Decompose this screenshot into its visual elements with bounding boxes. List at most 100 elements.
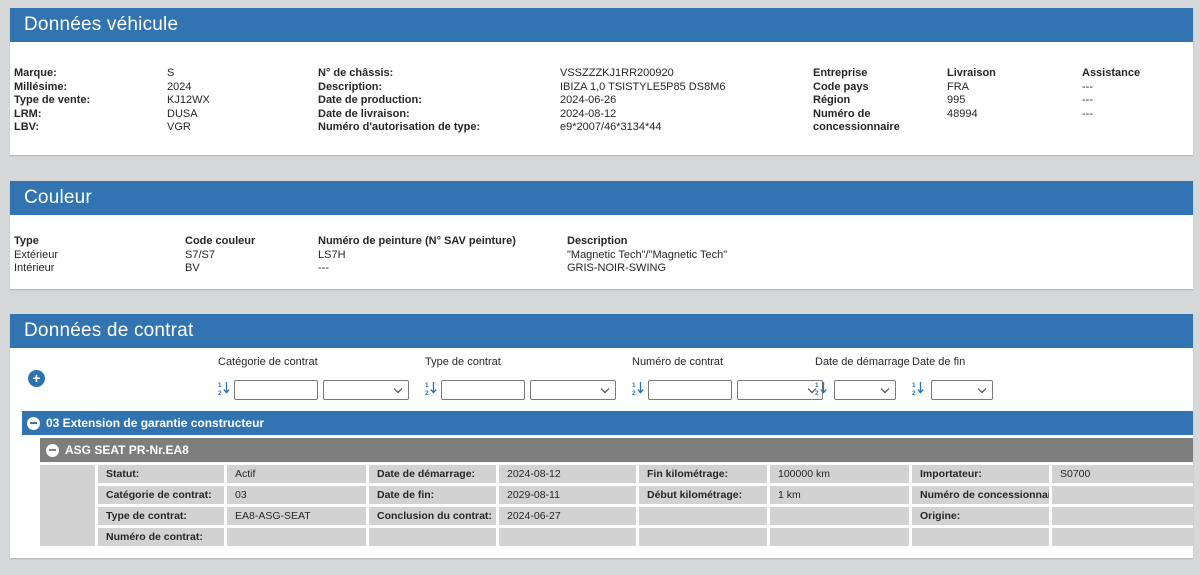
table-value-cell xyxy=(227,528,366,546)
filter-text-input[interactable] xyxy=(234,380,318,400)
table-value-cell xyxy=(1052,528,1193,546)
table-label-cell: Conclusion du contrat: xyxy=(369,507,496,525)
add-contract-icon[interactable]: + xyxy=(28,370,45,387)
filter-select[interactable] xyxy=(834,380,896,400)
sort-numeric-icon[interactable]: 12 xyxy=(912,381,925,399)
vehicle-data-section: Données véhicule Marque:S Millésime:2024… xyxy=(10,8,1193,155)
filter-label: Catégorie de contrat xyxy=(218,356,409,369)
field-value: VGR xyxy=(167,121,191,133)
cell-value: --- xyxy=(318,262,567,276)
field-label: LRM: xyxy=(14,108,167,122)
field-label: Numéro d'autorisation de type: xyxy=(318,121,560,135)
table-value-cell: 1 km xyxy=(770,486,909,504)
contract-section-header: Données de contrat xyxy=(10,314,1193,348)
color-section-header: Couleur xyxy=(10,181,1193,215)
cell-value: --- xyxy=(1082,81,1140,95)
field-row: Numéro d'autorisation de type:e9*2007/46… xyxy=(318,121,726,135)
contract-subgroup-label: ASG SEAT PR-Nr.EA8 xyxy=(65,443,189,457)
field-value: S xyxy=(167,67,174,79)
cell-value: Intérieur xyxy=(14,262,185,276)
column-header: Livraison xyxy=(947,67,1082,81)
table-value-cell: Actif xyxy=(227,465,366,483)
column-header: Type xyxy=(14,235,185,249)
column-header: Numéro de peinture (N° SAV peinture) xyxy=(318,235,567,249)
filter-label: Numéro de contrat xyxy=(632,356,823,369)
collapse-icon[interactable] xyxy=(27,417,40,430)
filter-label: Date de fin xyxy=(912,356,993,369)
field-value: KJ12WX xyxy=(167,94,210,106)
column-header: Description xyxy=(567,235,727,249)
cell-value: 48994 xyxy=(947,108,1082,135)
field-label: Marque: xyxy=(14,67,167,81)
field-label: Date de production: xyxy=(318,94,560,108)
cell-value: --- xyxy=(1082,94,1140,108)
filter-group-type: Type de contrat 12 xyxy=(425,356,616,400)
table-label-cell xyxy=(639,528,767,546)
table-value-cell: 03 xyxy=(227,486,366,504)
filter-text-input[interactable] xyxy=(441,380,525,400)
cell-value: GRIS-NOIR-SWING xyxy=(567,262,727,276)
table-label-cell xyxy=(912,528,1049,546)
filter-select[interactable] xyxy=(323,380,409,400)
field-label: LBV: xyxy=(14,121,167,135)
field-row: Description:IBIZA 1,0 TSISTYLE5P85 DS8M6 xyxy=(318,81,726,95)
svg-text:2: 2 xyxy=(218,390,222,396)
field-row: N° de châssis:VSSZZZKJ1RR200920 xyxy=(318,67,726,81)
table-value-cell xyxy=(1052,507,1193,525)
filter-group-date-fin: Date de fin 12 xyxy=(912,356,993,400)
contract-subgroup-header[interactable]: ASG SEAT PR-Nr.EA8 xyxy=(40,438,1193,462)
collapse-icon[interactable] xyxy=(46,444,59,457)
field-label: N° de châssis: xyxy=(318,67,560,81)
filter-select[interactable] xyxy=(737,380,823,400)
column-header: Assistance xyxy=(1082,67,1140,81)
table-label-cell: Importateur: xyxy=(912,465,1049,483)
filter-select[interactable] xyxy=(530,380,616,400)
svg-text:1: 1 xyxy=(632,382,636,389)
cell-value: FRA xyxy=(947,81,1082,95)
sort-numeric-icon[interactable]: 12 xyxy=(218,381,231,399)
table-label-cell: Début kilométrage: xyxy=(639,486,767,504)
field-value: IBIZA 1,0 TSISTYLE5P85 DS8M6 xyxy=(560,81,726,93)
cell-value: BV xyxy=(185,262,318,276)
table-label-cell: Catégorie de contrat: xyxy=(98,486,224,504)
field-label: Date de livraison: xyxy=(318,108,560,122)
table-value-cell xyxy=(499,528,636,546)
table-label-cell: Origine: xyxy=(912,507,1049,525)
svg-text:1: 1 xyxy=(425,382,429,389)
row-label: Région xyxy=(813,94,947,108)
column-header: Code couleur xyxy=(185,235,318,249)
table-label-cell xyxy=(369,528,496,546)
filter-group-categorie: Catégorie de contrat 12 xyxy=(218,356,409,400)
field-row: Marque:S xyxy=(14,67,210,81)
field-row: LRM:DUSA xyxy=(14,108,210,122)
table-value-cell: S0700 xyxy=(1052,465,1193,483)
filter-text-input[interactable] xyxy=(648,380,732,400)
filter-select[interactable] xyxy=(931,380,993,400)
chevron-down-icon xyxy=(601,385,609,393)
sort-numeric-icon[interactable]: 12 xyxy=(815,381,828,399)
table-value-cell xyxy=(770,507,909,525)
svg-text:2: 2 xyxy=(912,390,916,396)
table-label-cell: Type de contrat: xyxy=(98,507,224,525)
contract-group-header[interactable]: 03 Extension de garantie constructeur xyxy=(22,411,1193,435)
color-table: Type Code couleur Numéro de peinture (N°… xyxy=(14,235,727,276)
field-value: VSSZZZKJ1RR200920 xyxy=(560,67,674,79)
table-spacer-cell xyxy=(40,465,95,546)
contract-section-title: Données de contrat xyxy=(24,320,193,342)
table-label-cell: Date de fin: xyxy=(369,486,496,504)
filter-label: Type de contrat xyxy=(425,356,616,369)
color-section-body: Type Code couleur Numéro de peinture (N°… xyxy=(10,215,1193,289)
svg-text:2: 2 xyxy=(425,390,429,396)
field-value: DUSA xyxy=(167,108,198,120)
field-row: Date de production:2024-06-26 xyxy=(318,94,726,108)
svg-text:1: 1 xyxy=(815,382,819,389)
cell-value: 995 xyxy=(947,94,1082,108)
vehicle-left-column: Marque:S Millésime:2024 Type de vente:KJ… xyxy=(14,67,210,135)
row-label: Numéro de concessionnaire xyxy=(813,108,947,135)
vehicle-middle-column: N° de châssis:VSSZZZKJ1RR200920 Descript… xyxy=(318,67,726,135)
row-label: Code pays xyxy=(813,81,947,95)
sort-numeric-icon[interactable]: 12 xyxy=(632,381,645,399)
svg-text:1: 1 xyxy=(912,382,916,389)
field-value: e9*2007/46*3134*44 xyxy=(560,121,662,133)
sort-numeric-icon[interactable]: 12 xyxy=(425,381,438,399)
